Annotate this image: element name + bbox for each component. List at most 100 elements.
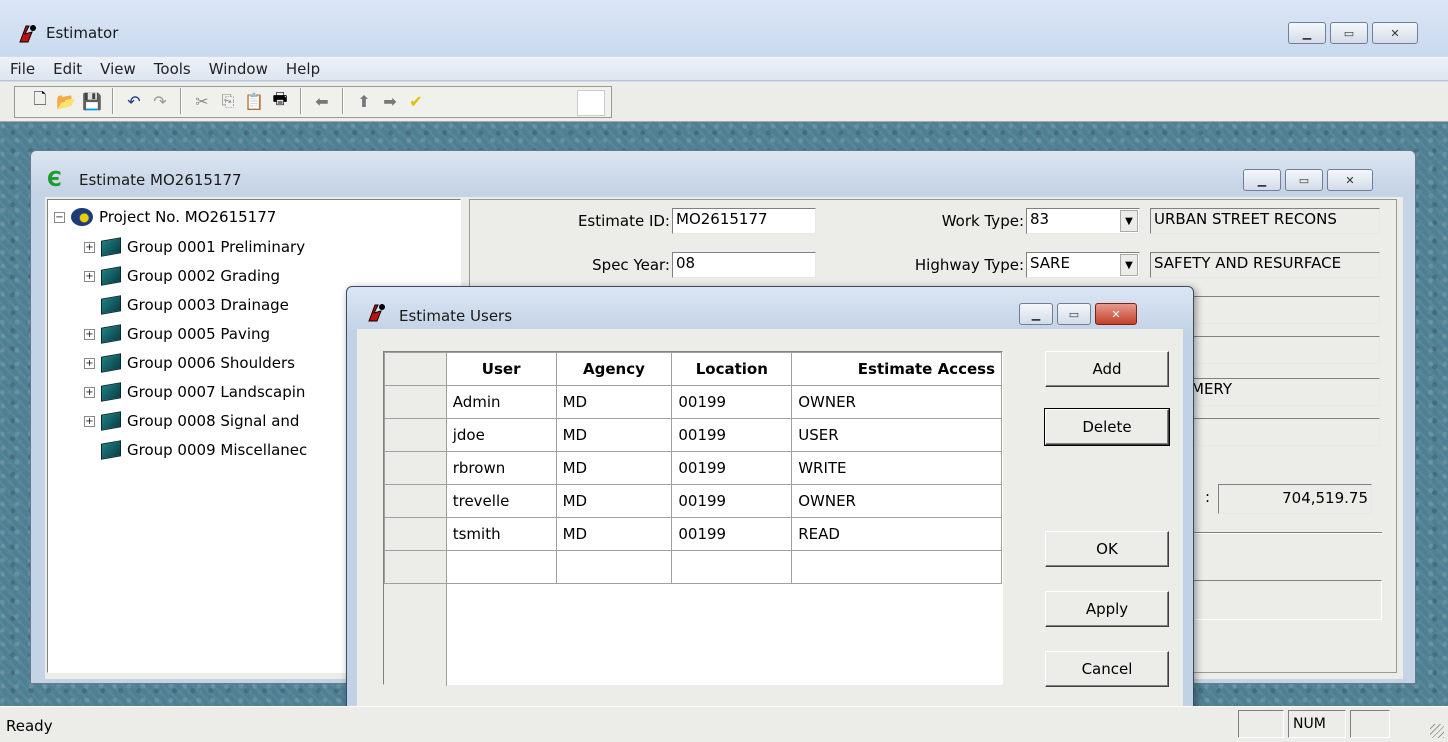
expand-icon[interactable]: + [84, 415, 95, 427]
undo-icon[interactable]: ↶ [124, 92, 144, 111]
cell-estimate-access[interactable]: OWNER [791, 484, 1002, 518]
row-header[interactable] [384, 385, 447, 419]
cell-location[interactable]: 00199 [671, 385, 793, 419]
save-icon[interactable]: 💾 [82, 92, 102, 111]
close-button[interactable]: ✕ [1372, 22, 1418, 44]
copy-icon[interactable]: ⎘ [218, 91, 238, 110]
chevron-down-icon[interactable]: ▼ [1120, 254, 1138, 276]
highway-type-select[interactable]: SARE ▼ [1026, 252, 1140, 278]
table-row[interactable]: trevelle MD 00199 OWNER [384, 484, 1002, 518]
tree-group[interactable]: + Group 0005 Paving [84, 323, 270, 345]
cell-estimate-access[interactable]: USER [791, 418, 1002, 452]
tree-root[interactable]: − Project No. MO2615177 [54, 206, 276, 228]
expand-icon[interactable]: + [84, 241, 95, 253]
cell-location[interactable]: 00199 [671, 418, 793, 452]
cell-user[interactable]: jdoe [445, 418, 557, 452]
resize-grip-icon[interactable] [1430, 724, 1444, 738]
cell-agency[interactable] [555, 550, 673, 584]
tree-group[interactable]: + Group 0002 Grading [84, 265, 280, 287]
cell-estimate-access[interactable]: OWNER [791, 385, 1002, 419]
cell-agency[interactable]: MD [555, 385, 673, 419]
tree-group[interactable]: + Group 0001 Preliminary [84, 236, 305, 258]
column-header-agency[interactable]: Agency [555, 352, 673, 386]
add-button[interactable]: Add [1045, 351, 1169, 387]
tree-group[interactable]: Group 0009 Miscellanec [101, 439, 307, 461]
print-icon[interactable]: 🖶 [270, 89, 290, 110]
back-icon[interactable]: ⬅ [312, 92, 332, 111]
tree-group[interactable]: + Group 0006 Shoulders [84, 352, 295, 374]
maximize-button[interactable]: ▭ [1285, 169, 1323, 191]
work-type-select[interactable]: 83 ▼ [1026, 208, 1140, 234]
expand-icon[interactable]: + [84, 386, 95, 398]
group-icon [101, 440, 121, 460]
up-icon[interactable]: ⬆ [354, 92, 374, 111]
estimate-id-field[interactable]: MO2615177 [672, 208, 816, 234]
cell-agency[interactable]: MD [555, 517, 673, 551]
toolbar-separator [342, 88, 344, 114]
cell-user[interactable]: trevelle [445, 484, 557, 518]
cell-estimate-access[interactable]: WRITE [791, 451, 1002, 485]
close-button[interactable]: ✕ [1327, 169, 1373, 191]
row-header[interactable] [384, 517, 447, 551]
redo-icon[interactable]: ↷ [150, 92, 170, 111]
row-header[interactable] [384, 484, 447, 518]
column-header-estimate-access[interactable]: Estimate Access [791, 352, 1002, 386]
maximize-button[interactable]: ▭ [1330, 22, 1368, 44]
row-header[interactable] [384, 451, 447, 485]
close-button[interactable]: ✕ [1095, 303, 1137, 325]
cell-estimate-access[interactable] [791, 550, 1002, 584]
expand-icon[interactable]: + [84, 270, 95, 282]
cell-user[interactable]: tsmith [445, 517, 557, 551]
minimize-button[interactable]: ▁ [1019, 303, 1053, 325]
paste-icon[interactable]: 📋 [244, 92, 264, 111]
maximize-button[interactable]: ▭ [1057, 303, 1091, 325]
menu-tools[interactable]: Tools [154, 60, 191, 78]
cell-estimate-access[interactable]: READ [791, 517, 1002, 551]
expand-icon[interactable]: + [84, 357, 95, 369]
cell-agency[interactable]: MD [555, 484, 673, 518]
row-header[interactable] [384, 418, 447, 452]
menu-edit[interactable]: Edit [53, 60, 82, 78]
minimize-button[interactable]: ▁ [1288, 22, 1326, 44]
cell-location[interactable] [671, 550, 793, 584]
collapse-icon[interactable]: − [54, 211, 65, 223]
new-icon[interactable]: 🗋 [30, 89, 50, 110]
tree-group[interactable]: Group 0003 Drainage [101, 294, 289, 316]
table-row[interactable]: tsmith MD 00199 READ [384, 517, 1002, 551]
check-icon[interactable]: ✔ [406, 92, 426, 111]
column-header-location[interactable]: Location [671, 352, 793, 386]
users-grid[interactable]: User Agency Location Estimate Access Adm… [383, 351, 1003, 686]
table-row[interactable]: jdoe MD 00199 USER [384, 418, 1002, 452]
table-row[interactable]: Admin MD 00199 OWNER [384, 385, 1002, 419]
ok-button[interactable]: OK [1045, 531, 1169, 567]
group-icon [101, 382, 121, 402]
cell-agency[interactable]: MD [555, 451, 673, 485]
menu-window[interactable]: Window [209, 60, 268, 78]
cell-agency[interactable]: MD [555, 418, 673, 452]
open-icon[interactable]: 📂 [56, 92, 76, 111]
tree-group[interactable]: + Group 0008 Signal and [84, 410, 299, 432]
menu-view[interactable]: View [100, 60, 136, 78]
spec-year-field[interactable]: 08 [672, 252, 816, 278]
cancel-button[interactable]: Cancel [1045, 651, 1169, 687]
cut-icon[interactable]: ✂ [192, 92, 212, 111]
cell-user[interactable]: rbrown [445, 451, 557, 485]
minimize-button[interactable]: ▁ [1243, 169, 1281, 191]
expand-icon[interactable]: + [84, 328, 95, 340]
apply-button[interactable]: Apply [1045, 591, 1169, 627]
cell-user[interactable] [445, 550, 557, 584]
menu-help[interactable]: Help [286, 60, 320, 78]
cell-user[interactable]: Admin [445, 385, 557, 419]
table-row[interactable]: rbrown MD 00199 WRITE [384, 451, 1002, 485]
delete-button[interactable]: Delete [1044, 408, 1170, 446]
column-header-user[interactable]: User [445, 352, 557, 386]
forward-icon[interactable]: ➡ [380, 92, 400, 111]
row-header[interactable] [384, 550, 447, 584]
tree-group[interactable]: + Group 0007 Landscapin [84, 381, 305, 403]
table-row-new[interactable] [384, 550, 1002, 584]
chevron-down-icon[interactable]: ▼ [1120, 210, 1138, 232]
cell-location[interactable]: 00199 [671, 484, 793, 518]
menu-file[interactable]: File [10, 60, 35, 78]
cell-location[interactable]: 00199 [671, 451, 793, 485]
cell-location[interactable]: 00199 [671, 517, 793, 551]
